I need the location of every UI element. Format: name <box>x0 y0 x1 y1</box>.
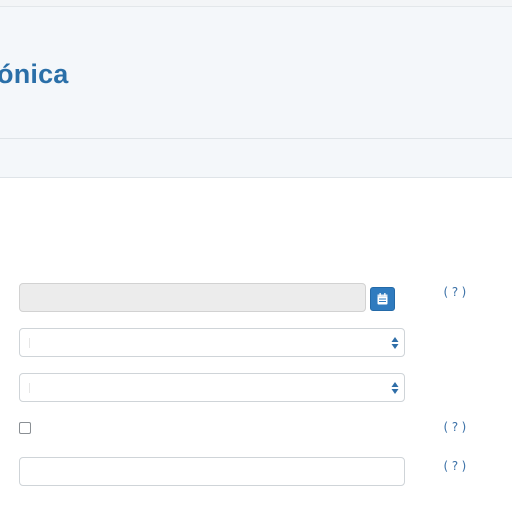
up-down-caret-icon <box>391 337 399 349</box>
select-1-placeholder-mark <box>29 338 30 348</box>
date-input <box>20 284 365 311</box>
help-link-checkbox[interactable]: (?) <box>442 420 470 434</box>
text-field[interactable] <box>19 457 405 486</box>
text-input[interactable] <box>20 458 404 485</box>
page-header: ónica <box>0 7 512 139</box>
help-link-text[interactable]: (?) <box>442 459 470 473</box>
select-2-placeholder-mark <box>29 383 30 393</box>
top-bar <box>0 0 512 7</box>
date-field <box>19 283 366 312</box>
option-checkbox[interactable] <box>19 422 31 434</box>
header-subbar <box>0 139 512 178</box>
select-field-1[interactable] <box>19 328 405 357</box>
date-picker-button[interactable] <box>370 287 395 311</box>
select-field-2[interactable] <box>19 373 405 402</box>
calendar-icon <box>377 293 388 305</box>
help-link-date[interactable]: (?) <box>442 285 470 299</box>
up-down-caret-icon <box>391 382 399 394</box>
page-title: ónica <box>0 59 69 89</box>
page: ónica (?) (?) (?) <box>0 0 512 512</box>
